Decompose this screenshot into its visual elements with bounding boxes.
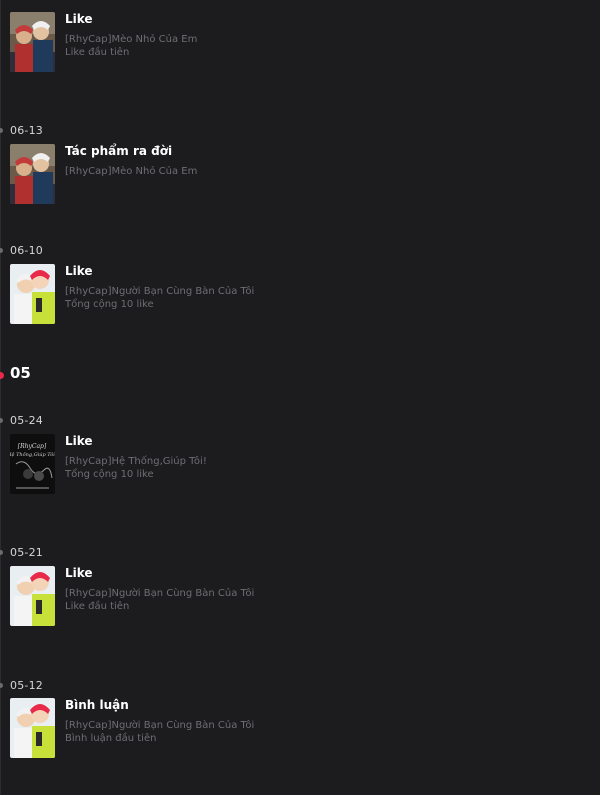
month-header: 05 xyxy=(10,364,31,382)
entry-title: Like xyxy=(65,12,93,26)
timeline-entry[interactable]: Like [RhyCap]Người Bạn Cùng Bàn Của Tôi … xyxy=(10,264,570,326)
entry-work-name[interactable]: [RhyCap]Người Bạn Cùng Bàn Của Tôi xyxy=(65,588,254,599)
entry-title: Like xyxy=(65,566,93,580)
activity-timeline: Like [RhyCap]Mèo Nhỏ Của Em Like đầu tiê… xyxy=(0,0,600,795)
entry-detail: Like đầu tiên xyxy=(65,601,130,612)
timeline-entry[interactable]: Bình luận [RhyCap]Người Bạn Cùng Bàn Của… xyxy=(10,698,570,760)
work-cover-thumbnail[interactable] xyxy=(10,698,55,758)
entry-title: Tác phẩm ra đời xyxy=(65,144,173,158)
entry-detail: Bình luận đầu tiên xyxy=(65,733,157,744)
entry-title: Bình luận xyxy=(65,698,129,712)
entry-detail: Tổng cộng 10 like xyxy=(65,469,154,480)
timeline-entry[interactable]: [RhyCap] Hệ Thống,Giúp Tôi! Like [RhyCap… xyxy=(10,434,570,496)
entry-work-name[interactable]: [RhyCap]Hệ Thống,Giúp Tôi! xyxy=(65,456,207,467)
work-cover-thumbnail[interactable] xyxy=(10,264,55,324)
work-cover-thumbnail[interactable] xyxy=(10,566,55,626)
entry-work-name[interactable]: [RhyCap]Người Bạn Cùng Bàn Của Tôi xyxy=(65,286,254,297)
svg-text:Hệ Thống,Giúp Tôi!: Hệ Thống,Giúp Tôi! xyxy=(10,451,55,458)
timeline-dot xyxy=(0,418,3,423)
entry-date: 05-12 xyxy=(10,679,43,692)
work-cover-thumbnail[interactable]: [RhyCap] Hệ Thống,Giúp Tôi! xyxy=(10,434,55,494)
work-cover-thumbnail[interactable] xyxy=(10,144,55,204)
entry-date: 05-21 xyxy=(10,546,43,559)
entry-title: Like xyxy=(65,264,93,278)
entry-date: 05-24 xyxy=(10,414,43,427)
timeline-dot xyxy=(0,683,3,688)
timeline-line xyxy=(0,0,1,795)
timeline-entry[interactable]: Like [RhyCap]Người Bạn Cùng Bàn Của Tôi … xyxy=(10,566,570,628)
timeline-dot xyxy=(0,128,3,133)
entry-detail: Tổng cộng 10 like xyxy=(65,299,154,310)
entry-work-name[interactable]: [RhyCap]Mèo Nhỏ Của Em xyxy=(65,166,197,177)
timeline-entry[interactable]: Like [RhyCap]Mèo Nhỏ Của Em Like đầu tiê… xyxy=(10,12,570,74)
timeline-dot xyxy=(0,248,3,253)
timeline-dot xyxy=(0,550,3,555)
work-cover-thumbnail[interactable] xyxy=(10,12,55,72)
entry-date: 06-10 xyxy=(10,244,43,257)
entry-title: Like xyxy=(65,434,93,448)
entry-detail: Like đầu tiên xyxy=(65,47,130,58)
entry-date: 06-13 xyxy=(10,124,43,137)
entry-work-name[interactable]: [RhyCap]Mèo Nhỏ Của Em xyxy=(65,34,197,45)
month-dot xyxy=(0,372,4,379)
entry-work-name[interactable]: [RhyCap]Người Bạn Cùng Bàn Của Tôi xyxy=(65,720,254,731)
svg-text:[RhyCap]: [RhyCap] xyxy=(18,443,47,450)
timeline-entry[interactable]: Tác phẩm ra đời [RhyCap]Mèo Nhỏ Của Em xyxy=(10,144,570,206)
